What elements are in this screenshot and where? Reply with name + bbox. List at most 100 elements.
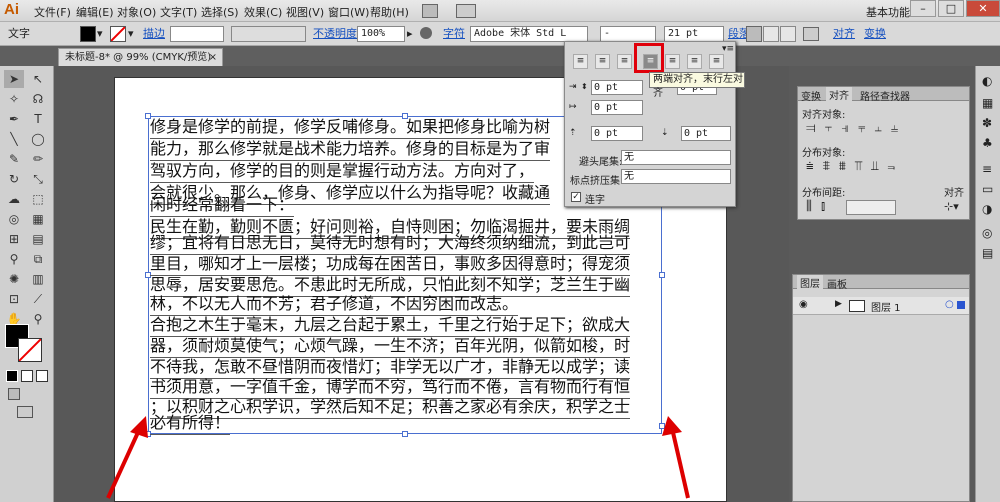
tab-artboards[interactable]: 画板 <box>827 276 847 291</box>
type-tool-icon[interactable]: T <box>28 110 48 128</box>
symbol-sprayer-icon[interactable]: ✺ <box>4 270 24 288</box>
tab-pathfinder[interactable]: 路径查找器 <box>860 88 910 103</box>
justify-last-center-icon[interactable]: ≡ <box>665 54 680 69</box>
justify-last-right-icon[interactable]: ≡ <box>687 54 702 69</box>
panel-menu-icon[interactable]: ▾≡ <box>722 44 734 54</box>
scale-tool-icon[interactable]: ⤡ <box>28 170 48 188</box>
opacity-arrow-icon[interactable]: ▸ <box>407 26 413 42</box>
menu-edit[interactable]: 编辑(E) <box>76 4 114 20</box>
zoom-tool-icon[interactable]: ⚲ <box>28 310 48 328</box>
close-tab-icon[interactable]: × <box>209 49 217 66</box>
menu-view[interactable]: 视图(V) <box>286 4 324 20</box>
document-tab[interactable]: 未标题-8* @ 99% (CMYK/预览) × <box>58 48 223 66</box>
symbols-icon[interactable]: ♣ <box>982 136 993 150</box>
menu-window[interactable]: 窗口(W) <box>328 4 369 20</box>
envelope-icon[interactable] <box>803 27 819 41</box>
hyphenation-checkbox[interactable]: ✓ <box>571 192 581 202</box>
stroke-dropdown-icon[interactable]: ▾ <box>128 26 134 42</box>
mesh-tool-icon[interactable]: ⊞ <box>4 230 24 248</box>
align-to-icon[interactable]: ⊹▾ <box>944 200 959 213</box>
free-transform-icon[interactable]: ⬚ <box>28 190 48 208</box>
indent-left-field[interactable]: 0 pt <box>591 80 643 95</box>
menu-object[interactable]: 对象(O) <box>117 4 156 20</box>
magic-wand-icon[interactable]: ✧ <box>4 90 24 108</box>
variable-width-field[interactable] <box>231 26 306 42</box>
distribute-spacing-icons[interactable]: ⫼⫾ <box>806 199 834 214</box>
first-indent-field[interactable]: 0 pt <box>591 100 643 115</box>
blend-tool-icon[interactable]: ⧉ <box>28 250 48 268</box>
swatches-icon[interactable]: ▦ <box>982 96 993 110</box>
menu-file[interactable]: 文件(F) <box>34 4 71 20</box>
tab-transform[interactable]: 变换 <box>801 88 821 103</box>
tab-layers[interactable]: 图层 <box>797 275 823 290</box>
paintbrush-tool-icon[interactable]: ✎ <box>4 150 24 168</box>
align-left-icon[interactable]: ≡ <box>573 54 588 69</box>
bridge-icon[interactable] <box>422 4 438 18</box>
ellipse-tool-icon[interactable]: ◯ <box>28 130 48 148</box>
brushes-icon[interactable]: ✽ <box>982 116 992 130</box>
justify-all-icon[interactable]: ≡ <box>709 54 724 69</box>
stroke-weight-field[interactable] <box>170 26 224 42</box>
line-tool-icon[interactable]: ╲ <box>4 130 24 148</box>
close-button[interactable]: ✕ <box>966 0 1000 17</box>
kinsoku-select[interactable]: 无 <box>621 150 731 165</box>
transform-link[interactable]: 变换 <box>864 26 886 42</box>
appearance-icon[interactable]: ◎ <box>982 226 992 240</box>
opacity-field[interactable]: 100% <box>357 26 405 42</box>
menu-select[interactable]: 选择(S) <box>201 4 239 20</box>
gradient-mode-icon[interactable] <box>21 370 33 382</box>
tab-align[interactable]: 对齐 <box>826 87 852 102</box>
frame-handle[interactable] <box>659 272 665 278</box>
stroke-panel-icon[interactable]: ≡ <box>982 162 992 176</box>
layer-row[interactable]: ◉ ▶ 图层 1 ○ <box>793 297 969 315</box>
align-center-icon[interactable]: ≡ <box>595 54 610 69</box>
none-mode-icon[interactable] <box>36 370 48 382</box>
pencil-tool-icon[interactable]: ✏ <box>28 150 48 168</box>
expand-arrow-icon[interactable]: ▶ <box>835 299 842 309</box>
restore-button[interactable]: □ <box>938 0 964 17</box>
layer-name[interactable]: 图层 1 <box>871 299 901 314</box>
font-family-field[interactable]: Adobe 宋体 Std L <box>470 26 588 42</box>
workspace-switcher[interactable]: 基本功能 <box>866 4 910 20</box>
menu-effect[interactable]: 效果(C) <box>244 4 282 20</box>
align-center-icon[interactable] <box>763 26 779 42</box>
distribute-objects-icons[interactable]: ⩧⩨⩩⫪⫫⫬ <box>806 159 904 174</box>
artboard-tool-icon[interactable]: ⊡ <box>4 290 24 308</box>
arrange-documents-icon[interactable] <box>456 4 476 18</box>
align-right-icon[interactable]: ≡ <box>617 54 632 69</box>
column-graph-icon[interactable]: ▥ <box>28 270 48 288</box>
recolor-icon[interactable] <box>420 27 432 39</box>
transparency-icon[interactable]: ◑ <box>982 202 992 216</box>
align-right-icon[interactable] <box>780 26 796 42</box>
fill-swatch[interactable] <box>80 26 96 42</box>
align-objects-icons[interactable]: ⫤⫟⫣⫧⫠⫨ <box>806 121 907 136</box>
warp-tool-icon[interactable]: ☁ <box>4 190 24 208</box>
space-before-field[interactable]: 0 pt <box>591 126 643 141</box>
stroke-color-box[interactable] <box>18 338 42 362</box>
stepper-icon[interactable]: ⬍ <box>581 82 588 91</box>
target-icon[interactable]: ○ <box>945 299 954 310</box>
stroke-swatch[interactable] <box>110 26 126 42</box>
align-link[interactable]: 对齐 <box>833 26 855 42</box>
color-panel-icon[interactable]: ◐ <box>982 74 992 88</box>
align-left-icon[interactable] <box>746 26 762 42</box>
gradient-panel-icon[interactable]: ▭ <box>982 182 993 196</box>
menu-type[interactable]: 文字(T) <box>160 4 197 20</box>
perspective-grid-icon[interactable]: ▦ <box>28 210 48 228</box>
stroke-link[interactable]: 描边 <box>143 26 165 42</box>
font-size-field[interactable]: 21 pt <box>664 26 724 42</box>
opacity-link[interactable]: 不透明度 <box>313 26 357 42</box>
rotate-tool-icon[interactable]: ↻ <box>4 170 24 188</box>
minimize-button[interactable]: – <box>910 0 936 17</box>
graphic-styles-icon[interactable]: ▤ <box>982 246 993 260</box>
menu-help[interactable]: 帮助(H) <box>370 4 409 20</box>
mojikumi-select[interactable]: 无 <box>621 169 731 184</box>
screen-mode-icon[interactable] <box>17 406 33 418</box>
gradient-tool-icon[interactable]: ▤ <box>28 230 48 248</box>
pen-tool-icon[interactable]: ✒ <box>4 110 24 128</box>
eyedropper-icon[interactable]: ⚲ <box>4 250 24 268</box>
visibility-eye-icon[interactable]: ◉ <box>799 299 808 310</box>
lasso-tool-icon[interactable]: ☊ <box>28 90 48 108</box>
character-link[interactable]: 字符 <box>443 26 465 42</box>
selection-indicator[interactable] <box>957 301 965 309</box>
